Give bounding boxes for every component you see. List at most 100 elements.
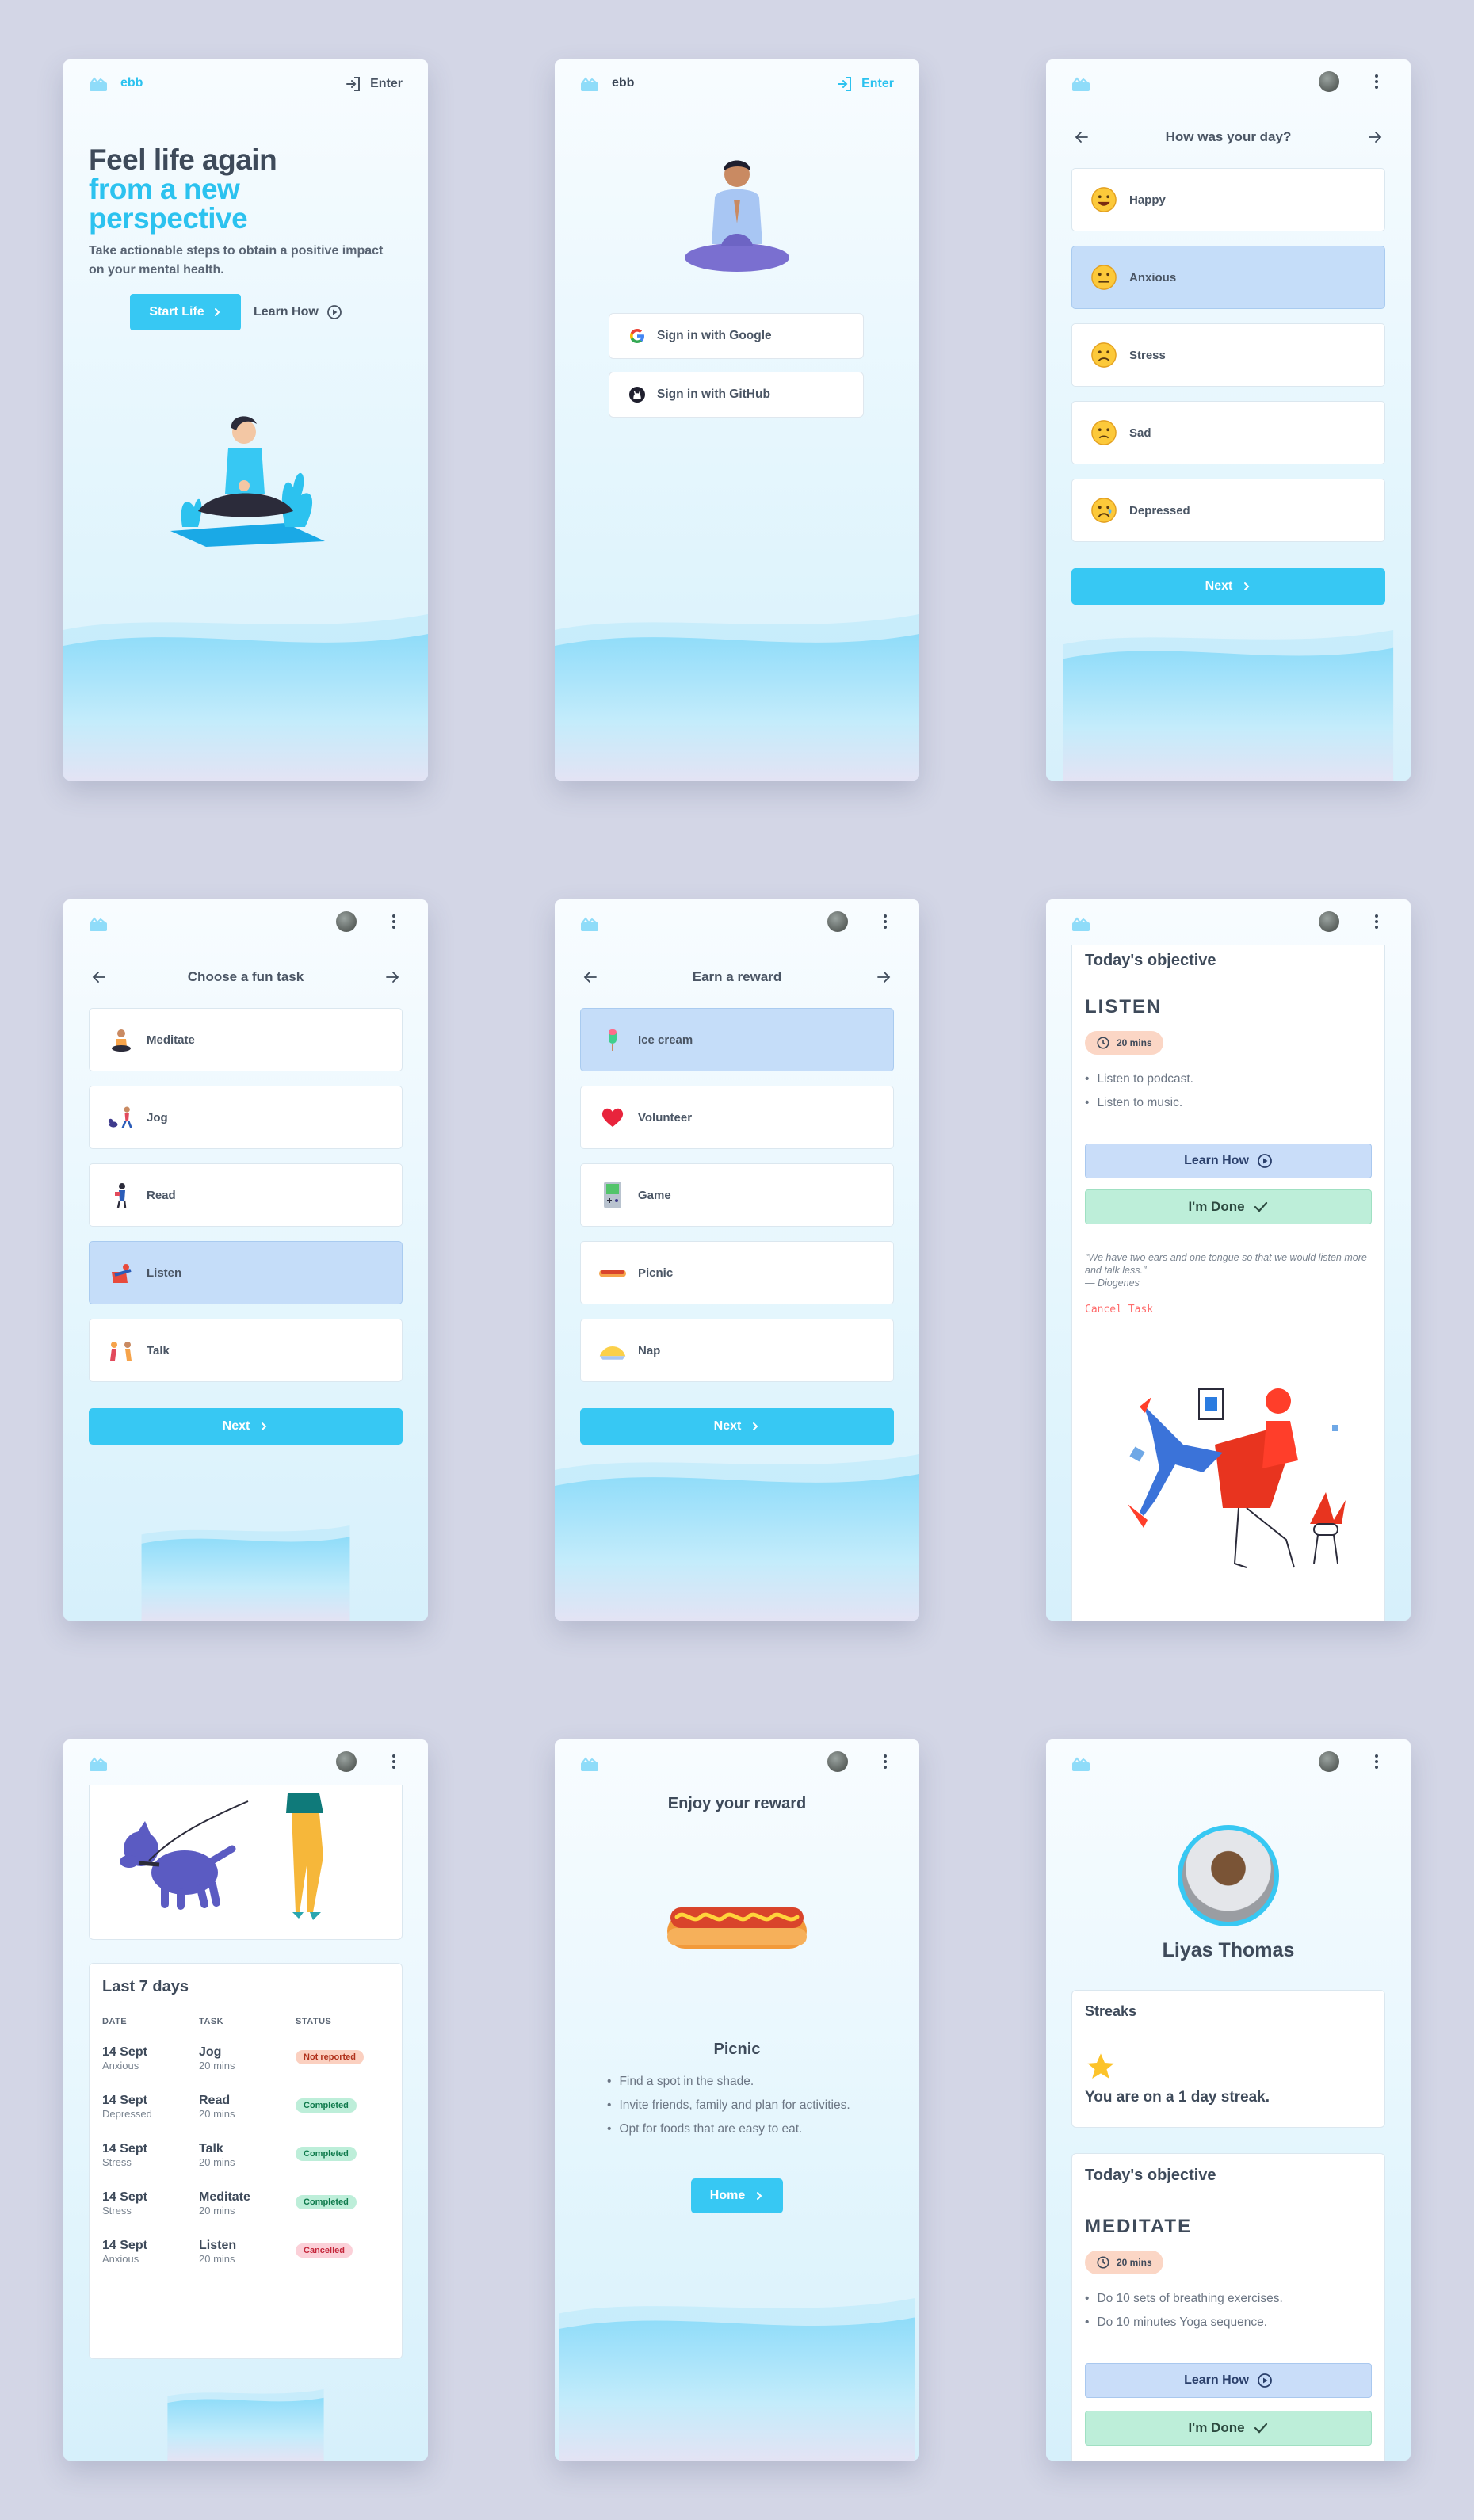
logo-icon[interactable] xyxy=(89,916,108,932)
more-icon[interactable] xyxy=(1374,74,1379,90)
task-option-meditate[interactable]: Meditate xyxy=(89,1008,403,1071)
row-mood: Anxious xyxy=(102,2253,139,2265)
github-icon xyxy=(629,387,645,403)
more-icon[interactable] xyxy=(391,1754,396,1770)
row-task: Read xyxy=(199,2094,231,2107)
avatar[interactable] xyxy=(827,1751,848,1772)
objective-task-name: MEDITATE xyxy=(1085,2216,1193,2237)
done-label: I'm Done xyxy=(1188,1199,1245,1214)
wave-decoration xyxy=(63,1525,428,1621)
profile-avatar[interactable] xyxy=(1178,1825,1279,1926)
mood-option-happy[interactable]: Happy xyxy=(1071,168,1385,231)
mood-option-depressed[interactable]: Depressed xyxy=(1071,479,1385,542)
done-button[interactable]: I'm Done xyxy=(1085,2411,1372,2446)
list-item: Do 10 sets of breathing exercises. xyxy=(1085,2287,1282,2311)
dog-walking-illustration xyxy=(120,1793,323,1920)
enter-button[interactable]: Enter xyxy=(345,75,403,93)
header xyxy=(555,1739,919,1789)
reward-option-nap[interactable]: Nap xyxy=(580,1319,894,1382)
logo-icon[interactable] xyxy=(1071,916,1090,932)
logo-icon[interactable] xyxy=(580,1756,599,1772)
table-row[interactable]: 14 Sept Anxious Listen 20 mins Cancelled xyxy=(102,2239,389,2287)
next-button[interactable]: Next xyxy=(580,1408,894,1445)
table-row[interactable]: 14 Sept Anxious Jog 20 mins Not reported xyxy=(102,2045,389,2094)
avatar[interactable] xyxy=(1319,1751,1339,1772)
table-row[interactable]: 14 Sept Stress Talk 20 mins Completed xyxy=(102,2142,389,2190)
avatar[interactable] xyxy=(827,911,848,932)
table-row[interactable]: 14 Sept Stress Meditate 20 mins Completed xyxy=(102,2190,389,2239)
logo-icon[interactable] xyxy=(580,76,599,92)
more-icon[interactable] xyxy=(391,914,396,930)
start-life-button[interactable]: Start Life xyxy=(130,294,241,330)
cancel-task-link[interactable]: Cancel Task xyxy=(1085,1304,1153,1315)
mood-option-sad[interactable]: Sad xyxy=(1071,401,1385,464)
quote: "We have two ears and one tongue so that… xyxy=(1085,1251,1372,1289)
learn-how-button[interactable]: Learn How xyxy=(1085,1144,1372,1178)
depressed-emoji-icon xyxy=(1090,497,1117,524)
avatar[interactable] xyxy=(1319,911,1339,932)
reward-option-picnic[interactable]: Picnic xyxy=(580,1241,894,1304)
listening-woman-illustration xyxy=(1128,1388,1346,1568)
learn-how-link[interactable]: Learn How xyxy=(254,294,342,330)
screen-reward-result: Enjoy your reward Picnic Find a spot in … xyxy=(555,1739,919,2461)
google-icon xyxy=(630,329,644,343)
option-label: Jog xyxy=(147,1110,168,1124)
avatar[interactable] xyxy=(336,1751,357,1772)
arrow-right-icon[interactable] xyxy=(873,967,894,987)
question-title: Choose a fun task xyxy=(187,969,304,984)
task-option-jog[interactable]: Jog xyxy=(89,1086,403,1149)
screen-mood: How was your day? Happy Anxious Stress S… xyxy=(1046,59,1411,781)
status-badge: Completed xyxy=(296,2098,357,2113)
reward-option-ice-cream[interactable]: Ice cream xyxy=(580,1008,894,1071)
reward-option-volunteer[interactable]: Volunteer xyxy=(580,1086,894,1149)
mood-option-stress[interactable]: Stress xyxy=(1071,323,1385,387)
table-row[interactable]: 14 Sept Depressed Read 20 mins Completed xyxy=(102,2094,389,2142)
option-label: Sad xyxy=(1129,426,1151,440)
more-icon[interactable] xyxy=(883,1754,888,1770)
home-button[interactable]: Home xyxy=(691,2178,783,2213)
logo-icon[interactable] xyxy=(580,916,599,932)
github-signin-button[interactable]: Sign in with GitHub xyxy=(609,372,864,418)
logo-icon[interactable] xyxy=(1071,1756,1090,1772)
more-icon[interactable] xyxy=(1374,1754,1379,1770)
arrow-left-icon[interactable] xyxy=(580,967,601,987)
avatar[interactable] xyxy=(1319,71,1339,92)
task-option-listen[interactable]: Listen xyxy=(89,1241,403,1304)
avatar[interactable] xyxy=(336,911,357,932)
arrow-right-icon[interactable] xyxy=(382,967,403,987)
more-icon[interactable] xyxy=(883,914,888,930)
reward-option-game[interactable]: Game xyxy=(580,1163,894,1227)
streaks-title: Streaks xyxy=(1085,2003,1137,2019)
row-task: Listen xyxy=(199,2239,237,2252)
enter-button[interactable]: Enter xyxy=(836,75,894,93)
next-label: Next xyxy=(713,1419,742,1433)
done-button[interactable]: I'm Done xyxy=(1085,1189,1372,1224)
next-button[interactable]: Next xyxy=(89,1408,403,1445)
logo-icon[interactable] xyxy=(1071,76,1090,92)
screen-signin: ebb Enter Sign in with Google Sign in wi… xyxy=(555,59,919,781)
page-title: Feel life again from a new perspective xyxy=(89,145,277,233)
objective-steps: Do 10 sets of breathing exercises. Do 10… xyxy=(1085,2287,1282,2335)
arrow-left-icon[interactable] xyxy=(89,967,109,987)
more-icon[interactable] xyxy=(1374,914,1379,930)
listen-icon xyxy=(112,1264,132,1283)
logo-icon[interactable] xyxy=(89,76,108,92)
headline-line3: perspective xyxy=(89,202,248,235)
mood-option-anxious[interactable]: Anxious xyxy=(1071,246,1385,309)
question-title: Earn a reward xyxy=(692,969,782,984)
duration-badge: 20 mins xyxy=(1085,2251,1163,2274)
next-button[interactable]: Next xyxy=(1071,568,1385,605)
list-item: Find a spot in the shade. xyxy=(607,2072,876,2091)
row-date: 14 Sept xyxy=(102,2190,147,2204)
logo-icon[interactable] xyxy=(89,1756,108,1772)
google-signin-button[interactable]: Sign in with Google xyxy=(609,313,864,359)
task-option-read[interactable]: Read xyxy=(89,1163,403,1227)
reward-title: Enjoy your reward xyxy=(667,1795,807,1812)
headline-line2: from a new xyxy=(89,173,240,205)
task-option-talk[interactable]: Talk xyxy=(89,1319,403,1382)
arrow-left-icon[interactable] xyxy=(1071,127,1092,147)
chevron-right-icon xyxy=(212,307,222,317)
arrow-right-icon[interactable] xyxy=(1365,127,1385,147)
clock-icon xyxy=(1096,2255,1110,2270)
learn-how-button[interactable]: Learn How xyxy=(1085,2363,1372,2398)
